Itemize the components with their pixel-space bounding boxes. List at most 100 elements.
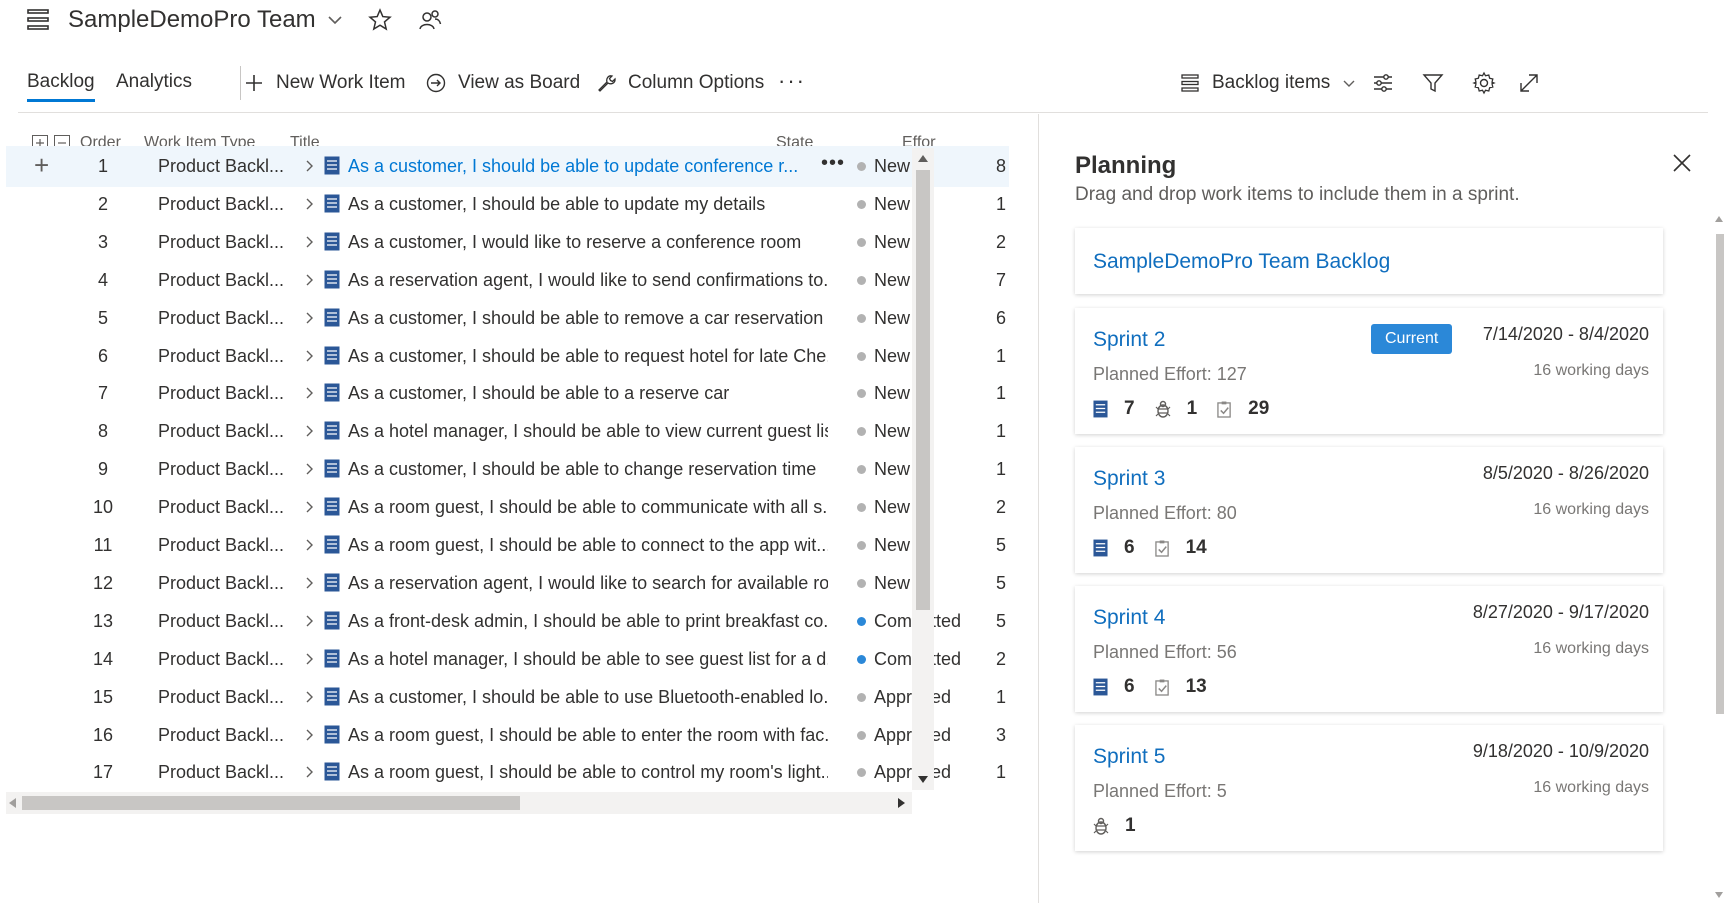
sprint-name-link[interactable]: Sprint 4 <box>1093 606 1165 630</box>
chevron-right-icon[interactable] <box>304 727 316 743</box>
chevron-right-icon[interactable] <box>304 385 316 401</box>
chevron-right-icon[interactable] <box>304 613 316 629</box>
backlog-level-selector[interactable]: Backlog items <box>1180 68 1358 98</box>
chevron-right-icon[interactable] <box>304 423 316 439</box>
team-backlog-link[interactable]: SampleDemoPro Team Backlog <box>1093 250 1390 274</box>
chevron-right-icon[interactable] <box>304 272 316 288</box>
work-item-title-link[interactable]: As a customer, I should be able to remov… <box>348 308 828 329</box>
work-item-title-link[interactable]: As a room guest, I should be able to con… <box>348 535 828 556</box>
table-row[interactable]: 13 Product Backl... As a front-desk admin,… <box>6 601 1009 642</box>
state-indicator <box>857 654 866 664</box>
chevron-right-icon[interactable] <box>304 764 316 780</box>
filter-icon[interactable] <box>1422 72 1444 94</box>
chevron-right-icon[interactable] <box>304 537 316 553</box>
table-row[interactable]: 16 Product Backl... As a room guest, I sho… <box>6 715 1009 756</box>
table-row[interactable]: 12 Product Backl... As a reservation agent… <box>6 563 1009 604</box>
scroll-up-icon[interactable] <box>918 154 928 162</box>
team-backlog-card[interactable]: SampleDemoPro Team Backlog <box>1075 228 1663 294</box>
sprint-card[interactable]: Sprint 5 9/18/2020 - 10/9/2020 Planned Eff… <box>1075 725 1663 851</box>
work-item-title-link[interactable]: As a reservation agent, I would like to … <box>348 573 828 594</box>
work-item-title-link[interactable]: As a customer, I should be able to updat… <box>348 156 808 177</box>
table-row[interactable]: 7 Product Backl... As a customer, I should… <box>6 373 1009 414</box>
work-item-title-link[interactable]: As a room guest, I should be able to com… <box>348 497 828 518</box>
work-item-title-link[interactable]: As a customer, I would like to reserve a… <box>348 232 828 253</box>
gear-icon[interactable] <box>1472 71 1496 95</box>
state-cell: New <box>874 269 911 290</box>
column-options-button[interactable]: Column Options <box>596 68 764 98</box>
chevron-right-icon[interactable] <box>304 689 316 705</box>
expand-icon[interactable] <box>1518 72 1540 94</box>
sprint-name-link[interactable]: Sprint 3 <box>1093 467 1165 491</box>
grid-horizontal-scrollbar[interactable] <box>6 792 912 814</box>
sprint-card[interactable]: Sprint 4 8/27/2020 - 9/17/2020 Planned Eff… <box>1075 586 1663 712</box>
favorite-star-icon[interactable] <box>367 8 392 32</box>
table-row[interactable]: 2 Product Backl... As a customer, I should… <box>6 184 1009 225</box>
table-row[interactable]: 11 Product Backl... As a room guest, I sho… <box>6 525 1009 566</box>
tab-backlog[interactable]: Backlog <box>27 70 95 102</box>
scroll-down-icon[interactable] <box>918 776 928 784</box>
view-as-board-button[interactable]: View as Board <box>426 68 580 98</box>
chevron-right-icon[interactable] <box>304 499 316 515</box>
work-item-title-link[interactable]: As a room guest, I should be able to ent… <box>348 725 828 746</box>
chevron-right-icon[interactable] <box>304 196 316 212</box>
scrollbar-thumb[interactable] <box>1716 234 1724 714</box>
planning-scrollbar[interactable] <box>1713 212 1725 902</box>
more-actions-button[interactable]: ··· <box>778 66 806 96</box>
scroll-down-icon[interactable] <box>1715 892 1723 898</box>
effort-cell: 5 <box>996 535 1007 555</box>
table-row[interactable]: 8 Product Backl... As a hotel manager, I s… <box>6 411 1009 452</box>
table-row[interactable]: 3 Product Backl... As a customer, I would … <box>6 222 1009 263</box>
chevron-down-icon[interactable] <box>326 11 344 29</box>
sprint-name-link[interactable]: Sprint 5 <box>1093 745 1165 769</box>
work-item-count: 13 <box>1154 676 1207 698</box>
product-backlog-item-icon <box>324 762 340 781</box>
scroll-up-icon[interactable] <box>1715 216 1723 222</box>
grid-vertical-scrollbar[interactable] <box>912 148 934 790</box>
table-row[interactable]: 6 Product Backl... As a customer, I should… <box>6 336 1009 377</box>
order-cell: 14 <box>92 648 114 669</box>
new-work-item-button[interactable]: New Work Item <box>244 68 406 98</box>
sprint-card[interactable]: Sprint 3 8/5/2020 - 8/26/2020 Planned Effo… <box>1075 447 1663 573</box>
table-row[interactable]: 5 Product Backl... As a customer, I should… <box>6 298 1009 339</box>
settings-sliders-icon[interactable] <box>1372 72 1394 94</box>
chevron-right-icon[interactable] <box>304 310 316 326</box>
table-row[interactable]: +1 Product Backl... As a customer, I shoul… <box>6 146 1009 187</box>
work-item-title-link[interactable]: As a hotel manager, I should be able to … <box>348 649 828 670</box>
chevron-right-icon[interactable] <box>304 234 316 250</box>
chevron-right-icon[interactable] <box>304 575 316 591</box>
table-row[interactable]: 9 Product Backl... As a customer, I should… <box>6 449 1009 490</box>
sprint-card[interactable]: Sprint 2 Current 7/14/2020 - 8/4/2020 Plann… <box>1075 308 1663 434</box>
planned-effort: Planned Effort: 127 <box>1093 364 1247 384</box>
team-name[interactable]: SampleDemoPro Team <box>68 6 316 34</box>
chevron-right-icon[interactable] <box>304 651 316 667</box>
work-item-title-link[interactable]: As a customer, I should be able to chang… <box>348 459 828 480</box>
table-row[interactable]: 4 Product Backl... As a reservation agent,… <box>6 260 1009 301</box>
table-row[interactable]: 10 Product Backl... As a room guest, I sho… <box>6 487 1009 528</box>
team-members-icon[interactable] <box>418 8 442 32</box>
scroll-left-icon[interactable] <box>8 798 16 808</box>
work-item-title-link[interactable]: As a room guest, I should be able to con… <box>348 762 828 783</box>
work-item-title-link[interactable]: As a hotel manager, I should be able to … <box>348 421 828 442</box>
work-item-title-link[interactable]: As a customer, I should be able to a res… <box>348 383 828 404</box>
work-item-title-link[interactable]: As a reservation agent, I would like to … <box>348 270 828 291</box>
close-icon[interactable] <box>1671 152 1693 174</box>
task-icon <box>1217 401 1240 418</box>
work-item-title-link[interactable]: As a front-desk admin, I should be able … <box>348 611 828 632</box>
table-row[interactable]: 14 Product Backl... As a hotel manager, I … <box>6 639 1009 680</box>
scrollbar-thumb[interactable] <box>22 796 520 810</box>
work-item-title-link[interactable]: As a customer, I should be able to reque… <box>348 346 828 367</box>
chevron-right-icon[interactable] <box>304 461 316 477</box>
scroll-right-icon[interactable] <box>898 798 906 808</box>
product-backlog-item-icon <box>324 611 340 630</box>
table-row[interactable]: 15 Product Backl... As a customer, I shoul… <box>6 677 1009 718</box>
tab-analytics[interactable]: Analytics <box>116 70 192 102</box>
chevron-right-icon[interactable] <box>304 348 316 364</box>
add-child-button[interactable]: + <box>34 152 49 178</box>
row-more-actions-button[interactable]: ••• <box>821 152 845 175</box>
chevron-right-icon[interactable] <box>304 158 316 174</box>
sprint-name-link[interactable]: Sprint 2 <box>1093 328 1165 352</box>
work-item-title-link[interactable]: As a customer, I should be able to updat… <box>348 194 828 215</box>
work-item-title-link[interactable]: As a customer, I should be able to use B… <box>348 687 828 708</box>
table-row[interactable]: 17 Product Backl... As a room guest, I sho… <box>6 752 1009 793</box>
scrollbar-thumb[interactable] <box>916 170 930 610</box>
